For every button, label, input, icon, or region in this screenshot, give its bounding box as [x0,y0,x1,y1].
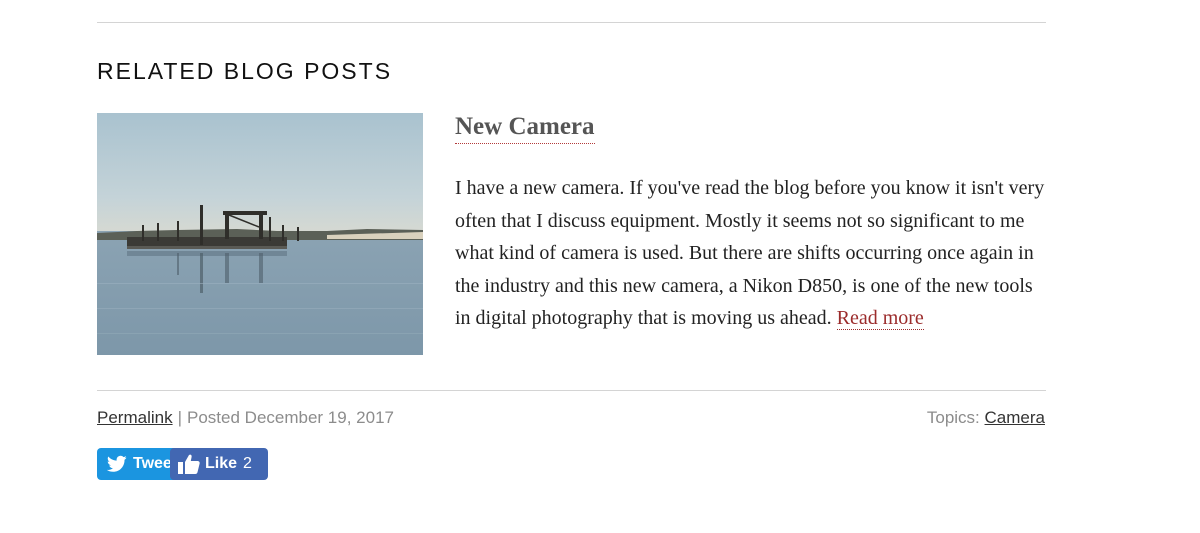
meta-separator: | [177,408,183,427]
post-title-link[interactable]: New Camera [455,112,595,144]
post-thumbnail[interactable] [97,113,423,355]
post-topics: Topics: Camera [927,408,1045,428]
post-excerpt: I have a new camera. If you've read the … [455,172,1045,335]
post-excerpt-text: I have a new camera. If you've read the … [455,177,1045,329]
like-count: 2 [243,455,252,472]
top-divider [97,22,1046,23]
facebook-like-button[interactable]: Like 2 [170,448,268,480]
share-buttons: Tweet Like 2 [97,448,269,480]
permalink-link[interactable]: Permalink [97,408,173,427]
posted-date: Posted December 19, 2017 [187,408,394,427]
like-label: Like [205,455,238,472]
post-thumbnail-image [97,113,423,355]
twitter-bird-icon [107,455,127,472]
post-meta: Permalink | Posted December 19, 2017 [97,408,394,428]
section-heading: RELATED BLOG POSTS [97,58,393,84]
topics-label: Topics: [926,408,980,427]
related-posts-section: RELATED BLOG POSTS New Camera I have a n… [0,0,1200,533]
thumbs-up-icon [178,454,200,474]
topic-link-camera[interactable]: Camera [985,408,1045,427]
read-more-link[interactable]: Read more [836,307,924,330]
bottom-divider [97,390,1046,391]
